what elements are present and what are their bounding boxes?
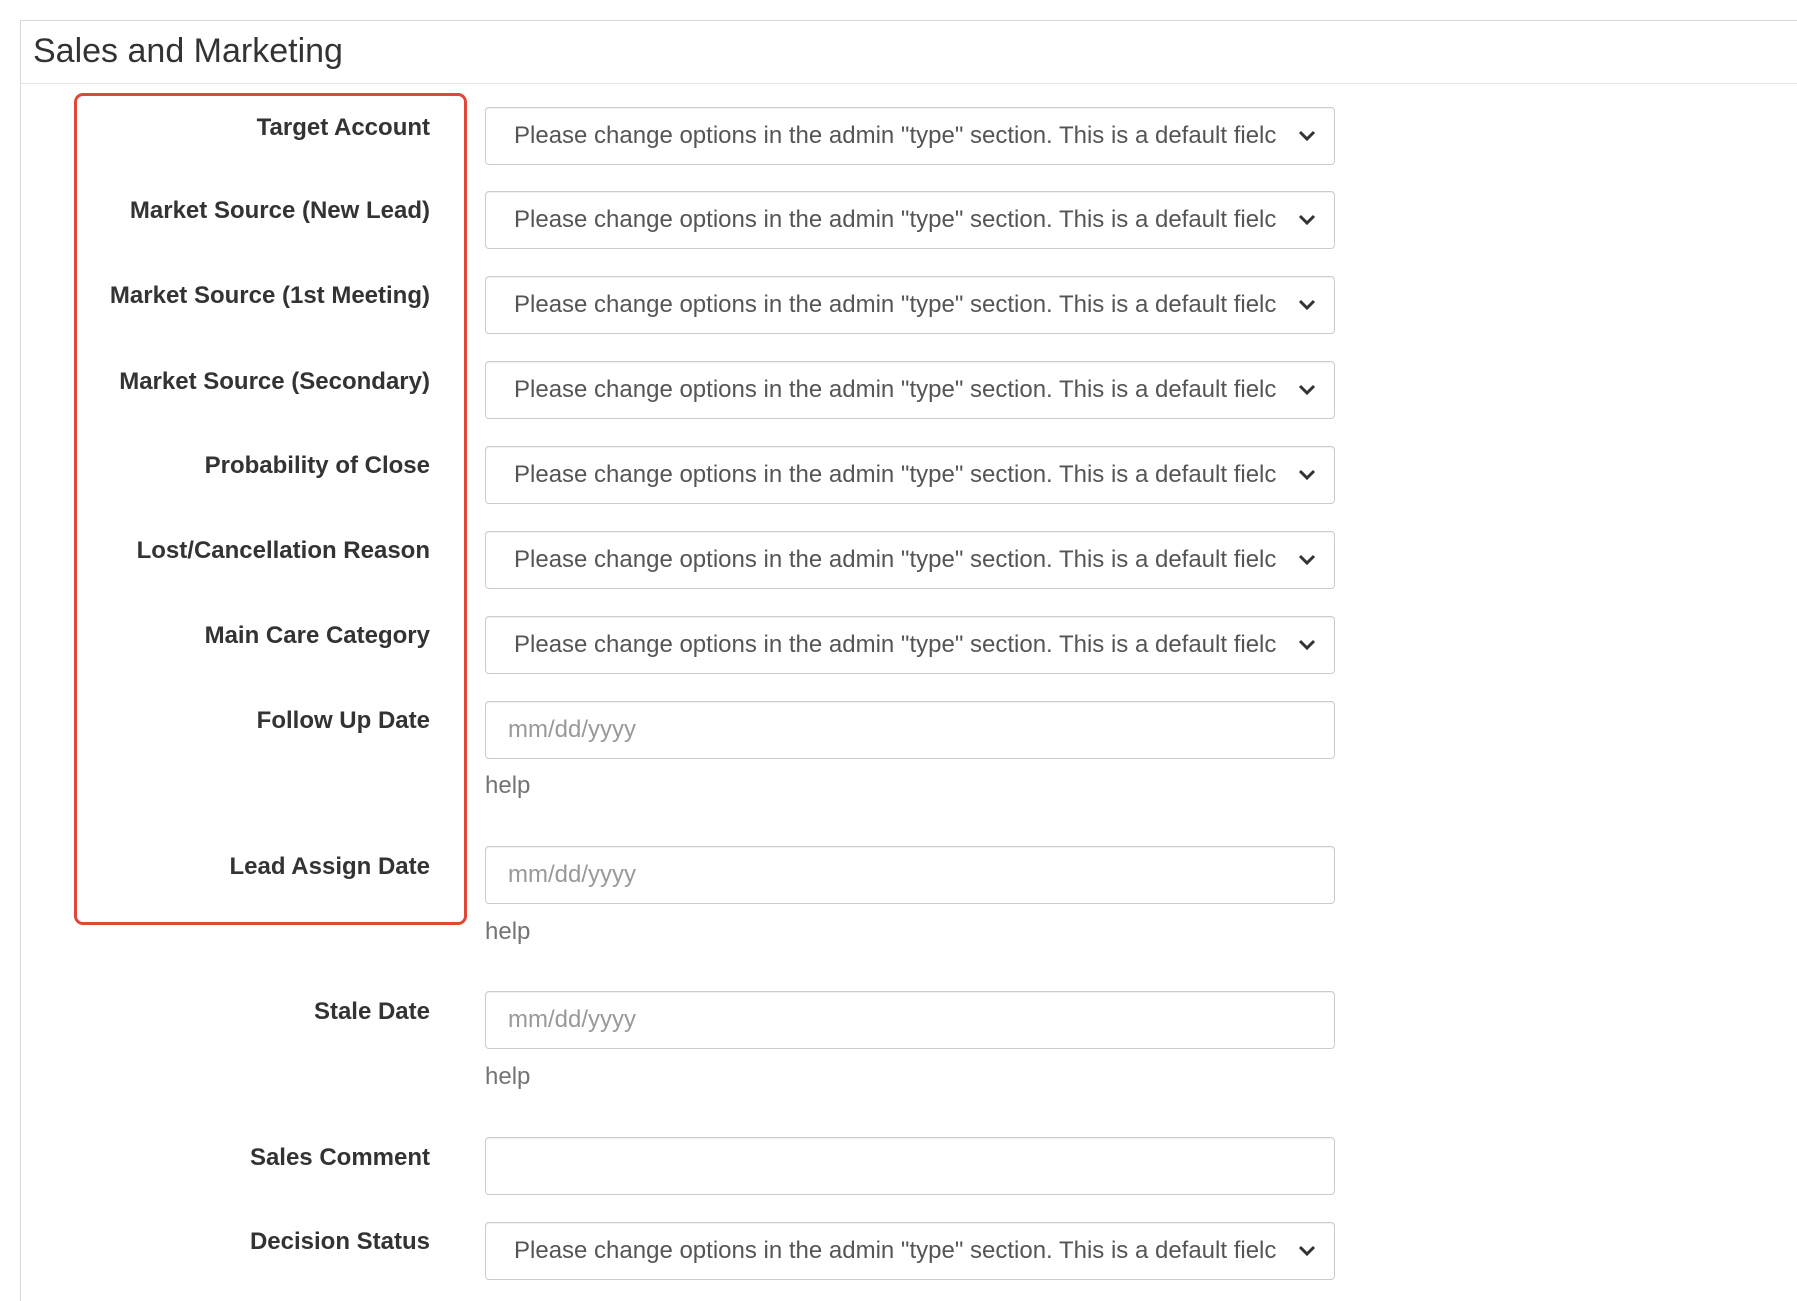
follow-up-date-label: Follow Up Date: [256, 707, 430, 734]
decision-status-value: Please change options in the admin "type…: [514, 1237, 1277, 1264]
market-source-1st-meeting-select[interactable]: Please change options in the admin "type…: [485, 276, 1335, 334]
chevron-down-icon: [1298, 554, 1316, 566]
lead-assign-date-field[interactable]: [485, 846, 1335, 904]
target-account-value: Please change options in the admin "type…: [514, 122, 1277, 149]
market-source-new-lead-label: Market Source (New Lead): [129, 197, 430, 224]
market-source-secondary-value: Please change options in the admin "type…: [514, 376, 1277, 403]
lead-assign-date-help: help: [485, 918, 531, 945]
chevron-down-icon: [1298, 639, 1316, 651]
follow-up-date-help: help: [485, 772, 531, 799]
stale-date-input[interactable]: [486, 992, 1334, 1048]
market-source-new-lead-select[interactable]: Please change options in the admin "type…: [485, 191, 1335, 249]
title-divider: [21, 83, 1797, 84]
lost-cancellation-reason-value: Please change options in the admin "type…: [514, 546, 1277, 573]
probability-of-close-label: Probability of Close: [204, 452, 430, 479]
target-account-select[interactable]: Please change options in the admin "type…: [485, 107, 1335, 165]
main-care-category-select[interactable]: Please change options in the admin "type…: [485, 616, 1335, 674]
lead-assign-date-label: Lead Assign Date: [229, 853, 431, 880]
probability-of-close-value: Please change options in the admin "type…: [514, 461, 1277, 488]
chevron-down-icon: [1298, 299, 1316, 311]
market-source-new-lead-value: Please change options in the admin "type…: [514, 206, 1277, 233]
main-care-category-value: Please change options in the admin "type…: [514, 631, 1277, 658]
main-care-category-label: Main Care Category: [204, 622, 430, 649]
sales-marketing-panel: Sales and Marketing Target Account Pleas…: [20, 20, 1797, 1301]
target-account-label: Target Account: [256, 114, 430, 141]
stale-date-field[interactable]: [485, 991, 1335, 1049]
market-source-1st-meeting-value: Please change options in the admin "type…: [514, 291, 1277, 318]
chevron-down-icon: [1298, 214, 1316, 226]
chevron-down-icon: [1298, 384, 1316, 396]
follow-up-date-field[interactable]: [485, 701, 1335, 759]
stale-date-label: Stale Date: [313, 998, 430, 1025]
decision-status-label: Decision Status: [249, 1228, 430, 1255]
stale-date-help: help: [485, 1063, 531, 1090]
probability-of-close-select[interactable]: Please change options in the admin "type…: [485, 446, 1335, 504]
sales-comment-field[interactable]: [485, 1137, 1335, 1195]
chevron-down-icon: [1298, 469, 1316, 481]
lead-assign-date-input[interactable]: [486, 847, 1334, 903]
decision-status-select[interactable]: Please change options in the admin "type…: [485, 1222, 1335, 1280]
market-source-secondary-label: Market Source (Secondary): [119, 368, 430, 395]
sales-comment-input[interactable]: [486, 1138, 1334, 1194]
sales-comment-label: Sales Comment: [249, 1144, 430, 1171]
lost-cancellation-reason-label: Lost/Cancellation Reason: [136, 537, 430, 564]
market-source-1st-meeting-label: Market Source (1st Meeting): [109, 282, 430, 309]
chevron-down-icon: [1298, 130, 1316, 142]
market-source-secondary-select[interactable]: Please change options in the admin "type…: [485, 361, 1335, 419]
lost-cancellation-reason-select[interactable]: Please change options in the admin "type…: [485, 531, 1335, 589]
follow-up-date-input[interactable]: [486, 702, 1334, 758]
section-title: Sales and Marketing: [33, 32, 343, 70]
chevron-down-icon: [1298, 1245, 1316, 1257]
